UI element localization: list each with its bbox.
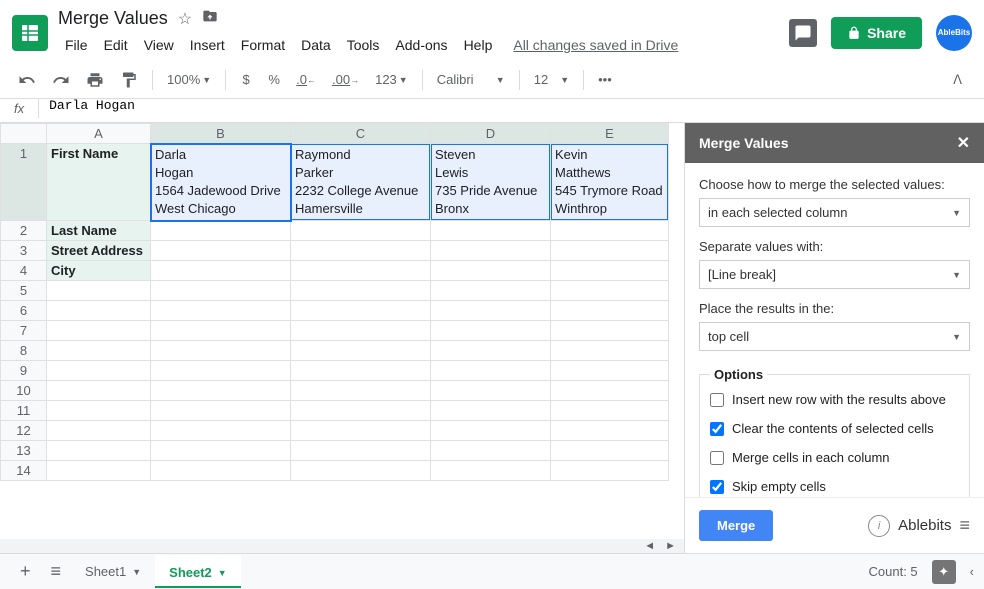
menu-insert[interactable]: Insert (183, 33, 232, 57)
paint-format-icon[interactable] (114, 68, 144, 92)
print-icon[interactable] (80, 68, 110, 92)
cell-c1[interactable]: Raymond Parker 2232 College Avenue Hamer… (291, 144, 431, 221)
add-sheet-button[interactable]: + (10, 555, 41, 588)
separator-dropdown[interactable]: [Line break]▼ (699, 260, 970, 289)
cell-a3[interactable]: Street Address (47, 241, 151, 261)
percent-button[interactable]: % (262, 68, 286, 92)
font-dropdown[interactable]: Calibri ▼ (431, 68, 511, 91)
select-all-cell[interactable] (1, 124, 47, 144)
ablebits-brand-label: Ablebits (898, 517, 951, 534)
menu-edit[interactable]: Edit (97, 33, 135, 57)
selection-count: Count: 5 (869, 564, 918, 579)
font-size-dropdown[interactable]: 12 ▼ (528, 68, 575, 91)
currency-button[interactable]: $ (234, 68, 258, 92)
dec-decimal-button[interactable]: .0← (290, 68, 322, 92)
all-sheets-icon[interactable]: ≡ (41, 555, 72, 588)
zoom-dropdown[interactable]: 100% ▼ (161, 68, 217, 91)
row-header-12[interactable]: 12 (1, 421, 47, 441)
option-skip-empty[interactable]: Skip empty cells (710, 479, 959, 494)
move-icon[interactable] (202, 8, 218, 29)
cell-c2[interactable] (291, 221, 431, 241)
scroll-right-icon[interactable]: ► (661, 540, 680, 552)
tab-sheet2[interactable]: Sheet2▼ (155, 555, 241, 588)
row-header-10[interactable]: 10 (1, 381, 47, 401)
place-results-dropdown[interactable]: top cell▼ (699, 322, 970, 351)
collapse-toolbar-icon[interactable]: ᐱ (943, 66, 972, 94)
cell-e1[interactable]: Kevin Matthews 545 Trymore Road Winthrop (551, 144, 669, 221)
explore-icon[interactable]: ✦ (932, 560, 956, 584)
ablebits-logo-icon: i (868, 515, 890, 537)
col-header-c[interactable]: C (291, 124, 431, 144)
cell-e2[interactable] (551, 221, 669, 241)
merge-how-dropdown[interactable]: in each selected column▼ (699, 198, 970, 227)
row-header-1[interactable]: 1 (1, 144, 47, 221)
star-icon[interactable]: ☆ (178, 9, 192, 29)
chevron-left-icon[interactable]: ‹ (970, 564, 974, 579)
cell-b2[interactable] (151, 221, 291, 241)
cell-b1[interactable]: Darla Hogan 1564 Jadewood Drive West Chi… (151, 144, 291, 221)
col-header-a[interactable]: A (47, 124, 151, 144)
undo-icon[interactable] (12, 68, 42, 92)
row-header-13[interactable]: 13 (1, 441, 47, 461)
share-button[interactable]: Share (831, 17, 922, 49)
tab-sheet1[interactable]: Sheet1▼ (71, 556, 155, 587)
row-header-7[interactable]: 7 (1, 321, 47, 341)
sheets-logo[interactable] (12, 15, 48, 51)
cell-d2[interactable] (431, 221, 551, 241)
menu-help[interactable]: Help (457, 33, 500, 57)
formula-input[interactable]: Darla Hogan (39, 99, 145, 113)
redo-icon[interactable] (46, 68, 76, 92)
number-format-dropdown[interactable]: 123 ▼ (369, 68, 414, 91)
comment-icon[interactable] (789, 19, 817, 47)
menu-icon[interactable]: ≡ (959, 515, 970, 536)
cell-a4[interactable]: City (47, 261, 151, 281)
col-header-e[interactable]: E (551, 124, 669, 144)
place-results-label: Place the results in the: (699, 301, 970, 316)
sidebar-title: Merge Values (699, 135, 789, 151)
menu-format[interactable]: Format (234, 33, 292, 57)
scroll-left-icon[interactable]: ◄ (640, 540, 659, 552)
more-tools-icon[interactable]: ••• (592, 68, 618, 92)
option-insert-row[interactable]: Insert new row with the results above (710, 392, 959, 407)
row-header-14[interactable]: 14 (1, 461, 47, 481)
inc-decimal-button[interactable]: .00→ (326, 68, 365, 92)
horizontal-scrollbar[interactable]: ◄ ► (0, 539, 684, 553)
menu-file[interactable]: File (58, 33, 95, 57)
row-header-2[interactable]: 2 (1, 221, 47, 241)
row-header-4[interactable]: 4 (1, 261, 47, 281)
row-header-6[interactable]: 6 (1, 301, 47, 321)
options-legend: Options (710, 367, 767, 382)
share-label: Share (867, 25, 906, 41)
lock-icon (847, 26, 861, 40)
col-header-d[interactable]: D (431, 124, 551, 144)
menu-tools[interactable]: Tools (340, 33, 387, 57)
fx-label[interactable]: fx (0, 99, 39, 118)
merge-how-label: Choose how to merge the selected values: (699, 177, 970, 192)
separator-label: Separate values with: (699, 239, 970, 254)
option-clear-contents[interactable]: Clear the contents of selected cells (710, 421, 959, 436)
avatar[interactable]: AbleBits (936, 15, 972, 51)
cell-a1[interactable]: First Name (47, 144, 151, 221)
col-header-b[interactable]: B (151, 124, 291, 144)
cell-d1[interactable]: Steven Lewis 735 Pride Avenue Bronx (431, 144, 551, 221)
row-header-5[interactable]: 5 (1, 281, 47, 301)
row-header-11[interactable]: 11 (1, 401, 47, 421)
doc-title[interactable]: Merge Values (58, 8, 168, 29)
merge-button[interactable]: Merge (699, 510, 773, 541)
saved-status[interactable]: All changes saved in Drive (513, 37, 678, 53)
close-icon[interactable]: ✕ (957, 133, 970, 153)
row-header-9[interactable]: 9 (1, 361, 47, 381)
option-merge-cells[interactable]: Merge cells in each column (710, 450, 959, 465)
cell-a2[interactable]: Last Name (47, 221, 151, 241)
menu-data[interactable]: Data (294, 33, 338, 57)
row-header-8[interactable]: 8 (1, 341, 47, 361)
menu-view[interactable]: View (137, 33, 181, 57)
row-header-3[interactable]: 3 (1, 241, 47, 261)
menu-addons[interactable]: Add-ons (388, 33, 454, 57)
